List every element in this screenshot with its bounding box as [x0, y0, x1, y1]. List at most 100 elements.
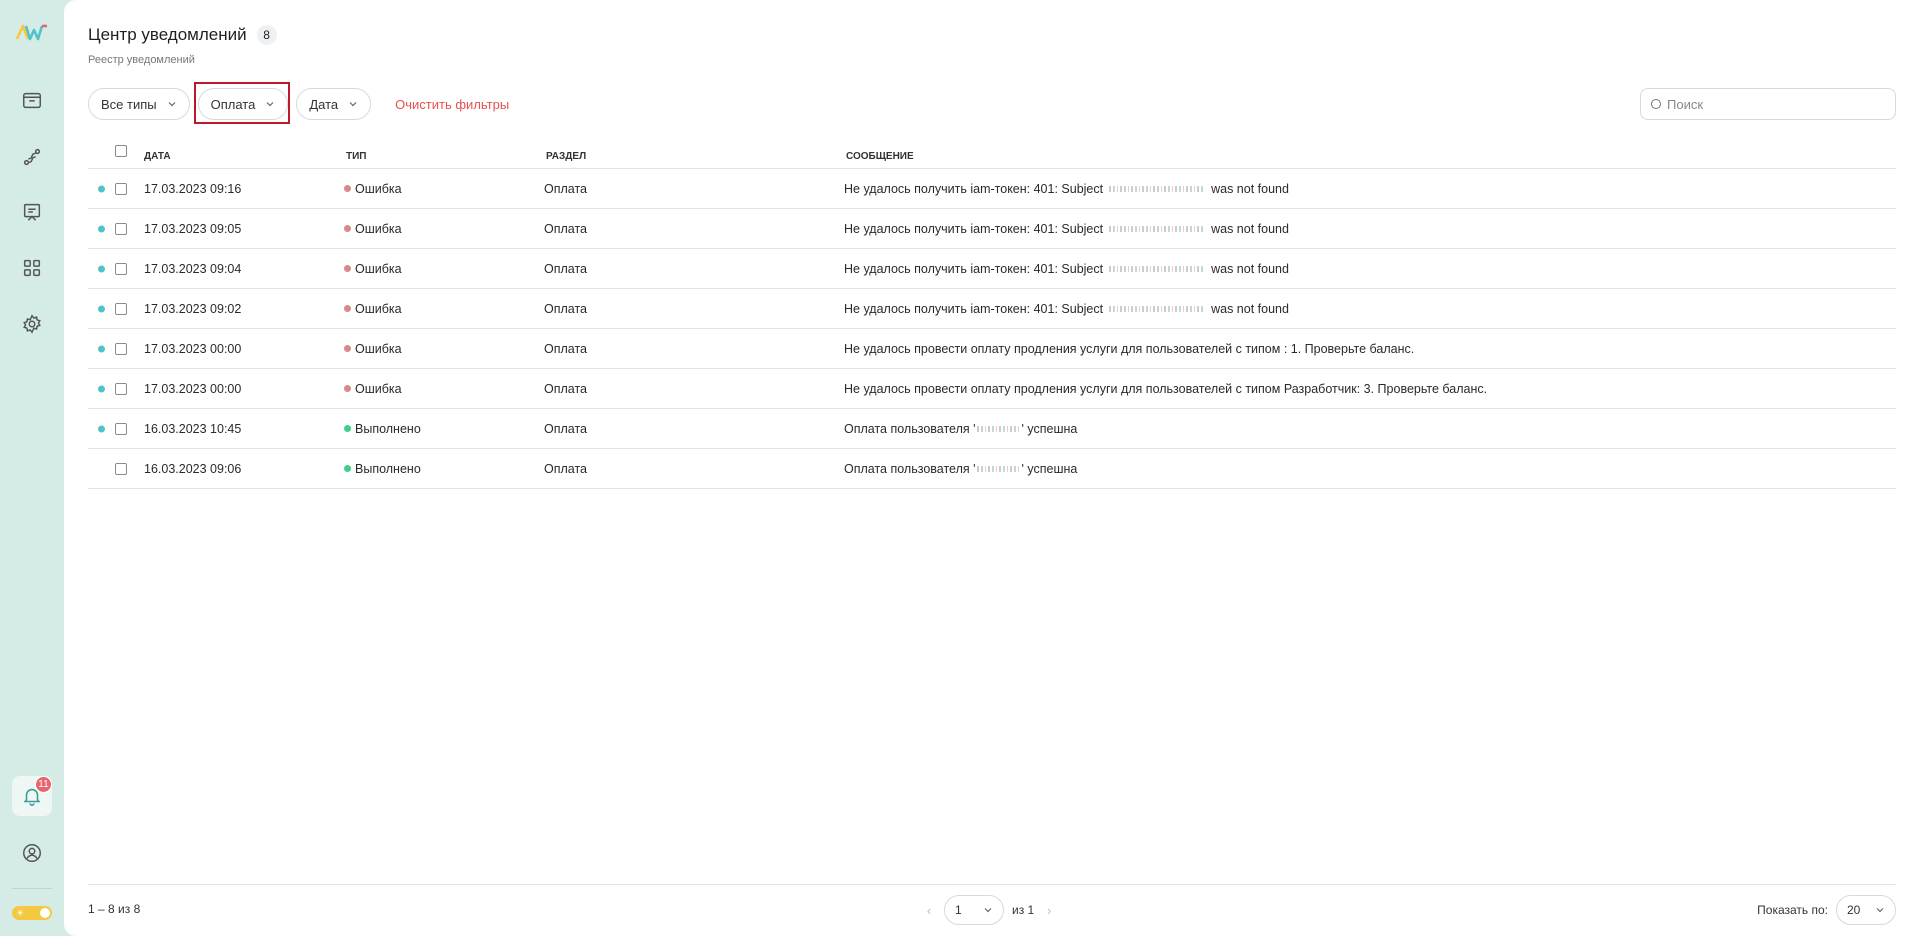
per-page-select[interactable]: 20	[1836, 895, 1896, 925]
sidebar-divider	[12, 888, 52, 889]
status-dot	[344, 425, 351, 432]
theme-toggle[interactable]: ☀	[12, 906, 52, 920]
title-row: Центр уведомлений 8	[88, 25, 277, 45]
row-type-label: Выполнено	[355, 461, 421, 476]
row-message-tail: was not found	[1211, 301, 1289, 316]
row-section: Оплата	[544, 461, 587, 476]
row-type: Ошибка	[344, 222, 402, 236]
column-type-header[interactable]: ТИП	[346, 151, 366, 162]
row-type: Ошибка	[344, 342, 402, 356]
row-type: Ошибка	[344, 182, 402, 196]
row-message: Не удалось получить iam-токен: 401: Subj…	[844, 262, 1289, 276]
unread-indicator	[98, 425, 105, 432]
row-message-tail: ' успешна	[1021, 421, 1078, 436]
table-body: 17.03.2023 09:16 Ошибка Оплата Не удалось п…	[88, 169, 1896, 489]
row-type: Выполнено	[344, 462, 421, 476]
row-message-tail: was not found	[1211, 221, 1289, 236]
row-message-tail: ' успешна	[1021, 461, 1078, 476]
redacted-text	[1109, 265, 1206, 272]
row-section: Оплата	[544, 381, 587, 396]
chevron-down-icon	[1876, 908, 1884, 913]
prev-page-icon[interactable]: ‹	[922, 903, 936, 918]
row-checkbox[interactable]	[115, 382, 127, 395]
redacted-text	[1109, 225, 1206, 232]
notifications-badge: 11	[35, 776, 52, 793]
row-checkbox[interactable]	[115, 302, 127, 315]
app-logo[interactable]	[15, 22, 49, 42]
toggle-knob	[40, 908, 50, 918]
row-date: 17.03.2023 00:00	[144, 381, 242, 396]
row-message: Не удалось провести оплату продления усл…	[844, 342, 1414, 356]
row-message-text: Не удалось получить iam-токен: 401: Subj…	[844, 301, 1104, 316]
row-message-tail: was not found	[1211, 261, 1289, 276]
unread-indicator	[98, 265, 105, 272]
column-section-header[interactable]: РАЗДЕЛ	[546, 151, 586, 162]
row-section: Оплата	[544, 301, 587, 316]
row-checkbox[interactable]	[115, 262, 127, 275]
table-row[interactable]: 16.03.2023 10:45 Выполнено Оплата Оплата по…	[88, 409, 1896, 449]
per-page: Показать по: 20	[1757, 895, 1896, 925]
row-section: Оплата	[544, 421, 587, 436]
date-filter[interactable]: Дата	[296, 88, 372, 120]
user-profile-icon[interactable]	[20, 841, 44, 865]
row-checkbox[interactable]	[115, 462, 127, 475]
status-dot	[344, 225, 351, 232]
row-type-label: Ошибка	[355, 341, 402, 356]
table-row[interactable]: 17.03.2023 00:00 Ошибка Оплата Не удалось п…	[88, 369, 1896, 409]
board-icon[interactable]	[20, 200, 44, 224]
status-dot	[344, 305, 351, 312]
table-row[interactable]: 17.03.2023 00:00 Ошибка Оплата Не удалось п…	[88, 329, 1896, 369]
table-row[interactable]: 17.03.2023 09:04 Ошибка Оплата Не удалось п…	[88, 249, 1896, 289]
row-message-text: Оплата пользователя '	[844, 461, 976, 476]
apps-grid-icon[interactable]	[20, 256, 44, 280]
row-message: Не удалось провести оплату продления усл…	[844, 382, 1487, 396]
row-message: Не удалось получить iam-токен: 401: Subj…	[844, 182, 1289, 196]
search-icon	[1651, 99, 1661, 109]
page-title: Центр уведомлений	[88, 25, 247, 44]
search-box[interactable]	[1640, 88, 1896, 120]
row-checkbox[interactable]	[115, 182, 127, 195]
row-type-label: Ошибка	[355, 221, 402, 236]
row-message: Оплата пользователя ' ' успешна	[844, 462, 1077, 476]
search-input[interactable]	[1667, 96, 1885, 112]
row-date: 17.03.2023 09:05	[144, 221, 242, 236]
row-section: Оплата	[544, 181, 587, 196]
table-row[interactable]: 17.03.2023 09:02 Ошибка Оплата Не удалось п…	[88, 289, 1896, 329]
chevron-down-icon	[168, 102, 176, 107]
row-checkbox[interactable]	[115, 342, 127, 355]
type-filter[interactable]: Все типы	[88, 88, 190, 120]
route-icon[interactable]	[20, 145, 44, 169]
archive-icon[interactable]	[20, 88, 44, 112]
status-dot	[344, 185, 351, 192]
status-dot	[344, 385, 351, 392]
row-date: 16.03.2023 10:45	[144, 421, 242, 436]
column-message-header[interactable]: СООБЩЕНИЕ	[846, 151, 914, 162]
row-date: 17.03.2023 09:04	[144, 261, 242, 276]
gear-icon[interactable]	[20, 312, 44, 336]
row-checkbox[interactable]	[115, 422, 127, 435]
column-date-header[interactable]: ДАТА	[144, 151, 171, 162]
row-message-tail: was not found	[1211, 181, 1289, 196]
row-message-text: Не удалось получить iam-токен: 401: Subj…	[844, 221, 1104, 236]
clear-filters-link[interactable]: Очистить фильтры	[395, 97, 509, 112]
row-message-text: Оплата пользователя '	[844, 421, 976, 436]
table-row[interactable]: 17.03.2023 09:05 Ошибка Оплата Не удалось п…	[88, 209, 1896, 249]
row-type-label: Ошибка	[355, 301, 402, 316]
row-date: 16.03.2023 09:06	[144, 461, 242, 476]
page-select[interactable]: 1	[944, 895, 1004, 925]
table-row[interactable]: 17.03.2023 09:16 Ошибка Оплата Не удалось п…	[88, 169, 1896, 209]
row-message-text: Не удалось получить iam-токен: 401: Subj…	[844, 181, 1104, 196]
select-all-checkbox[interactable]	[115, 145, 127, 157]
unread-indicator	[98, 225, 105, 232]
status-dot	[344, 265, 351, 272]
row-type-label: Выполнено	[355, 421, 421, 436]
table-row[interactable]: 16.03.2023 09:06 Выполнено Оплата Оплата по…	[88, 449, 1896, 489]
row-message: Не удалось получить iam-токен: 401: Subj…	[844, 222, 1289, 236]
row-type: Ошибка	[344, 302, 402, 316]
row-section: Оплата	[544, 261, 587, 276]
next-page-icon[interactable]: ›	[1042, 903, 1056, 918]
status-dot	[344, 465, 351, 472]
row-checkbox[interactable]	[115, 222, 127, 235]
notifications-count: 8	[256, 25, 277, 45]
row-type: Ошибка	[344, 382, 402, 396]
